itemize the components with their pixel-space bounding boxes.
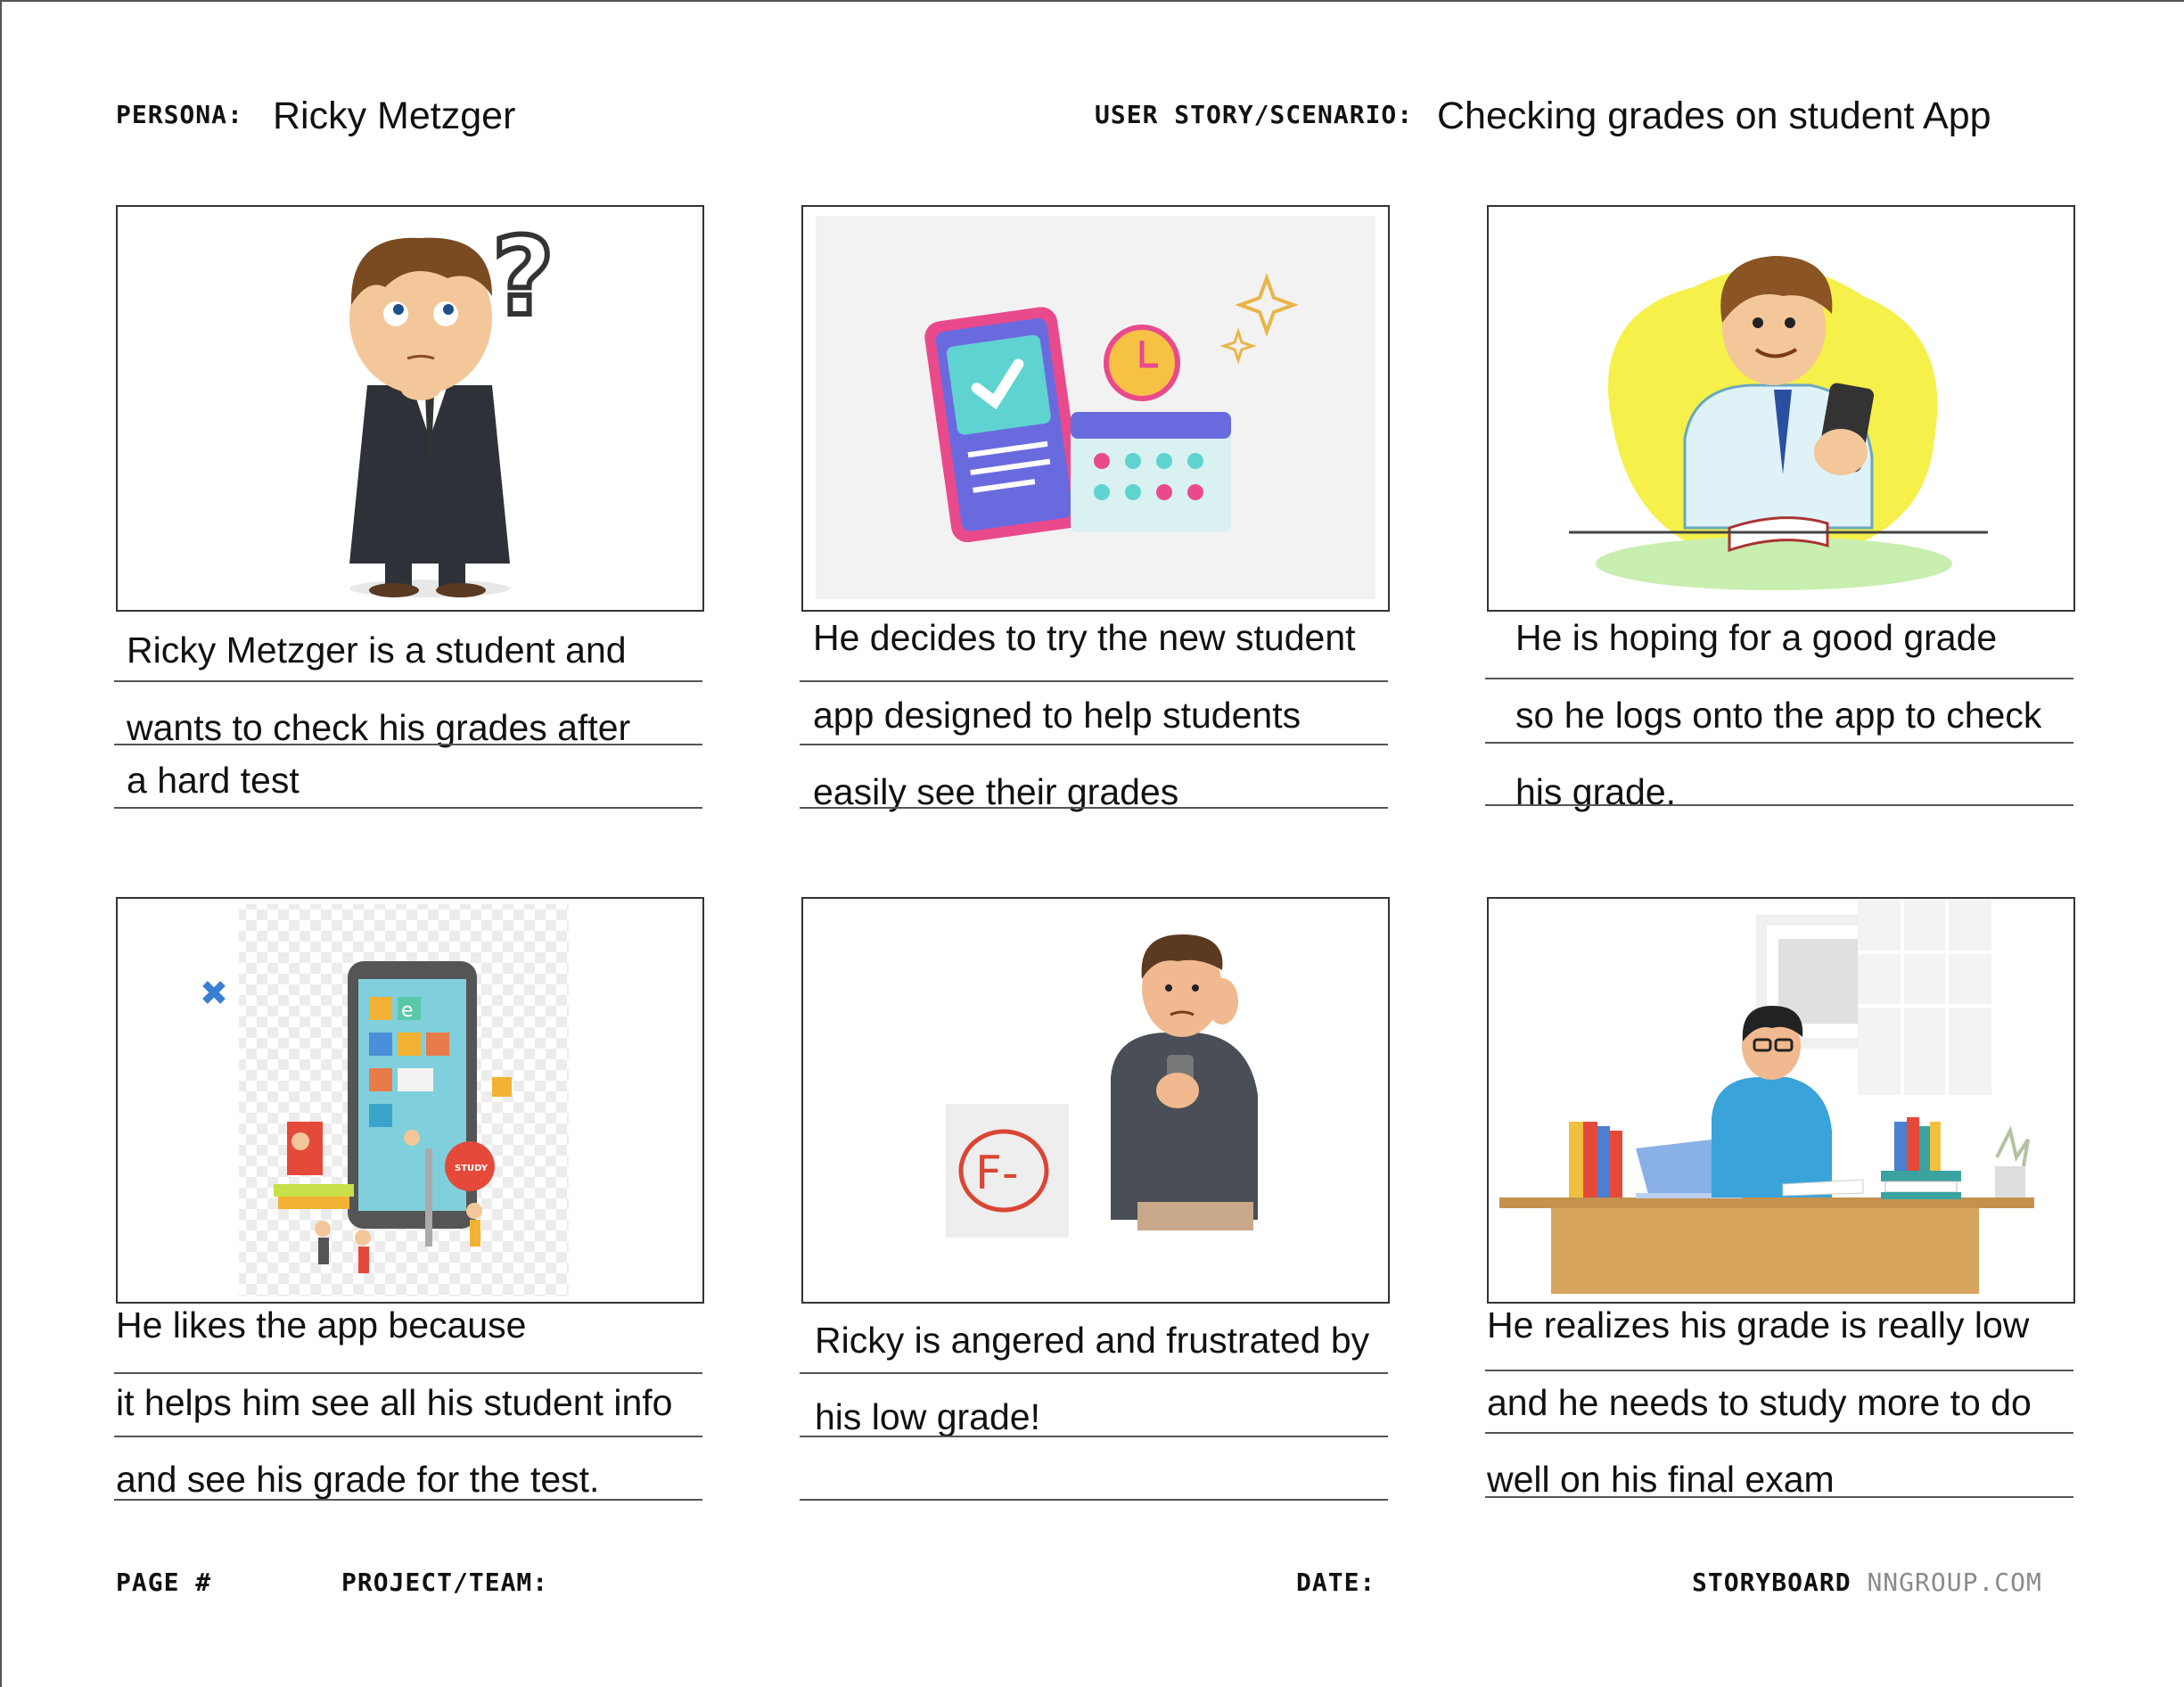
panel-1-caption-line-2: wants to check his grades after	[127, 707, 631, 748]
caption-rule	[114, 807, 702, 809]
panel-1-caption-line-3: a hard test	[127, 760, 300, 801]
project-team-label: PROJECT/TEAM:	[341, 1568, 549, 1597]
panel-4-caption-line-3: and see his grade for the test.	[116, 1459, 600, 1500]
frustrated-man-with-failing-grade: F-	[946, 934, 1258, 1238]
caption-rule	[114, 744, 702, 745]
caption-rule	[800, 1499, 1388, 1501]
panel-2-caption-line-1: He decides to try the new student	[813, 617, 1356, 658]
panel-6-caption-line-2: and he needs to study more to do	[1487, 1382, 2032, 1423]
caption-rule	[114, 1499, 702, 1501]
storyboard-panel-5: F-	[801, 897, 1390, 1304]
storyboard-panel-2	[801, 205, 1390, 612]
student-studying-at-desk	[1499, 899, 2034, 1294]
caption-rule	[800, 1372, 1388, 1374]
caption-rule	[800, 807, 1388, 809]
caption-rule	[1485, 742, 2073, 744]
panel-4-caption-line-1: He likes the app because	[116, 1304, 527, 1345]
scenario-label: USER STORY/SCENARIO:	[1095, 100, 1414, 129]
panel-3-caption-line-1: He is hoping for a good grade	[1515, 617, 1998, 658]
persona-label: PERSONA:	[116, 100, 243, 129]
panel-4-caption-line-2: it helps him see all his student info	[116, 1382, 673, 1423]
caption-rule	[800, 744, 1388, 745]
failing-grade-text: F-	[975, 1147, 1019, 1200]
panel-5-caption-line-2: his low grade!	[815, 1396, 1040, 1437]
storyboard-panel-3	[1487, 205, 2075, 612]
panel-3-caption-line-3: his grade.	[1515, 771, 1677, 812]
caption-rule	[1485, 1496, 2073, 1498]
caption-rule	[114, 1372, 702, 1374]
student-with-phone-illustration	[1569, 256, 1988, 590]
panel-1-caption-line-1: Ricky Metzger is a student and	[127, 630, 627, 671]
education-app-illustration: e STUDY	[202, 904, 569, 1296]
panel-6-caption-line-3: well on his final exam	[1487, 1459, 1835, 1500]
caption-rule	[1485, 1370, 2073, 1371]
study-badge-text: STUDY	[455, 1164, 489, 1173]
caption-rule	[800, 680, 1388, 682]
page-number-label: PAGE #	[116, 1568, 212, 1597]
svg-text:e: e	[401, 1000, 414, 1022]
caption-rule	[800, 1436, 1388, 1437]
panel-2-caption-line-2: app designed to help students	[813, 695, 1301, 736]
svg-text:?: ?	[492, 216, 554, 340]
panel-6-caption-line-1: He realizes his grade is really low	[1487, 1304, 2030, 1345]
caption-rule	[1485, 678, 2073, 679]
caption-rule	[1485, 1432, 2073, 1434]
caption-rule	[114, 680, 702, 682]
storyboard-panel-4: e STUDY	[116, 897, 704, 1304]
confused-student-illustration: ?	[349, 213, 557, 597]
phone-calendar-app-illustration	[816, 216, 1375, 599]
storyboard-panel-6	[1487, 897, 2075, 1304]
caption-rule	[114, 1436, 702, 1437]
brand-text: STORYBOARD	[1692, 1568, 1851, 1597]
panel-3-caption-line-2: so he logs onto the app to check	[1515, 695, 2042, 736]
storyboard-brand: STORYBOARD NNGROUP.COM	[1692, 1568, 2042, 1597]
scenario-value: Checking grades on student App	[1437, 95, 1991, 137]
caption-rule	[1485, 804, 2073, 806]
site-link[interactable]: NNGROUP.COM	[1867, 1568, 2041, 1597]
panel-5-caption-line-1: Ricky is angered and frustrated by	[815, 1320, 1370, 1361]
persona-value: Ricky Metzger	[273, 95, 516, 137]
storyboard-panel-1: ?	[116, 205, 704, 612]
date-label: DATE:	[1296, 1568, 1376, 1597]
